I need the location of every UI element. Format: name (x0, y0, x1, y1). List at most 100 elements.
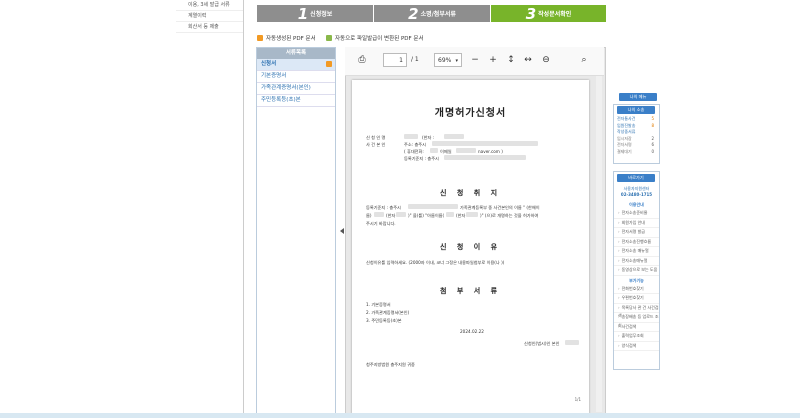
step-1-number: 1 (297, 4, 309, 23)
pdf-badge-icon[interactable] (326, 61, 332, 67)
purpose-line-2: 름) (366, 213, 372, 218)
step-2-number: 2 (408, 4, 419, 23)
guide-title: 이용안내 (629, 202, 644, 207)
redacted-hanja (444, 134, 464, 139)
document-date: 2024.02.22 (460, 329, 484, 334)
doclist-item-label: 가족관계증명서(본인) (261, 85, 311, 91)
footer-bar (0, 413, 800, 418)
zoom-value: 69% (438, 57, 452, 64)
redacted-registration (444, 155, 526, 160)
purpose-line-2b: (한자 (386, 213, 396, 218)
redacted-purpose (408, 204, 458, 209)
collapse-arrow-icon[interactable] (340, 228, 344, 234)
status-row-label: 결제대기 (617, 148, 632, 154)
status-row-label: 임원진발송 (617, 122, 636, 128)
pdf-icon (326, 35, 332, 41)
zoom-out-icon[interactable]: − (470, 55, 480, 65)
applicant-label: 신 청 인 명 (366, 135, 386, 140)
extra-link[interactable]: 우편번호찾기 (614, 294, 659, 304)
my-status-title: 나의 소송 (617, 106, 655, 114)
step-2-label: 소명/첨부서류 (420, 11, 456, 18)
extra-link[interactable]: 사건검색 (614, 323, 659, 332)
purpose-line-2c: )" 을(를) "아름이름( (408, 213, 445, 218)
print-icon[interactable]: ⎙ (357, 55, 367, 65)
doclist-item-label: 주민등록등(초)본 (261, 97, 301, 103)
chevron-down-icon: ▾ (455, 58, 458, 64)
guide-link[interactable]: 동영상으로 보는 도움 (614, 266, 659, 276)
uploaded-pdf-link[interactable]: 자동으로 파일발급이 변환된 PDF 문서 (326, 34, 424, 42)
signer-line: 신청인(법시)인 본인 (524, 341, 560, 346)
page-number: 1/1 (574, 397, 581, 402)
subject-label: 사 건 본 인 (366, 142, 386, 147)
redacted-name (404, 134, 418, 139)
court-line: 청주지방법원 충주지원 귀중 (366, 362, 415, 367)
email-domain: naver.com ) (478, 149, 503, 154)
redacted-signature (565, 340, 579, 345)
guide-link[interactable]: 전자소송 매뉴얼 (614, 247, 659, 257)
document-title: 개명허가신청서 (434, 108, 507, 119)
status-row-label: 전자통사건 (617, 116, 636, 121)
doclist-item-label: 신청서 (261, 61, 277, 67)
purpose-line-2e: )" (으)로 개명하는 것을 허가하여 (480, 213, 539, 218)
auto-pdf-label: 자동생성된 PDF 문서 (266, 36, 316, 42)
doclist-item-family-cert[interactable]: 가족관계증명서(본인) (257, 83, 335, 95)
fit-width-icon[interactable]: ↔ (523, 55, 533, 65)
step-3-number: 3 (525, 4, 537, 23)
purpose-line-3: 주시기 바랍니다. (366, 221, 396, 226)
redacted-phone (430, 148, 438, 153)
more-options-icon[interactable]: ⊖ (541, 55, 551, 65)
guide-link[interactable]: 전자소송진행흐름 (614, 238, 659, 247)
extra-link[interactable]: 출력업무조회 (614, 332, 659, 342)
doclist-item-basic-cert[interactable]: 기본증명서 (257, 71, 335, 83)
quick-links-button[interactable]: 바로가기 (617, 174, 655, 182)
step-2: 2 소명/첨부서류 (374, 4, 490, 23)
my-menu-button[interactable]: 나의 메뉴 (619, 93, 657, 101)
phone-field: ( 휴대전화: (404, 149, 424, 154)
page-number-input[interactable]: 1 (383, 53, 407, 67)
zoom-in-icon[interactable]: + (488, 55, 498, 65)
doclist-item-label: 기본증명서 (261, 73, 287, 79)
attachment-item: 3. 주민등록등(초)본 (366, 318, 402, 323)
step-3-label: 작성문서확인 (538, 11, 572, 18)
redacted-new-hanja (466, 212, 478, 217)
document-page: 개명허가신청서 신 청 인 명 사 건 본 인 (한자 : 주소: 충주시 ( … (352, 80, 589, 414)
top-menu-item[interactable]: 회산서 등 제출 (176, 22, 244, 33)
pdf-icon (257, 35, 263, 41)
document-list-header: 서류목록 (257, 48, 335, 59)
purpose-line-1b: 가족관계등록부 중 사건본인의 이름 " (한해이 (460, 205, 540, 210)
redacted-email (456, 148, 476, 153)
guide-link[interactable]: 전자서명 발급 (614, 228, 659, 238)
redacted-new-name (446, 212, 454, 217)
extra-link[interactable]: 양식검색 (614, 342, 659, 351)
redacted-old-hanja (396, 212, 406, 217)
my-status-box: 나의 소송 전자통사건 5 임원진발송 8 작성중서류 임시저장 2 전자서명 6 결제… (613, 104, 660, 164)
auto-pdf-link[interactable]: 자동생성된 PDF 문서 (257, 34, 316, 42)
guide-link[interactable]: 전자소송매뉴얼 (614, 257, 659, 266)
status-row-label: 임시저장 (617, 135, 632, 141)
extra-link[interactable]: 목록당사 관 건 사건검색 (614, 304, 659, 318)
status-row-label: 작성중서류 (617, 129, 636, 134)
guide-link[interactable]: 회원가입 안내 (614, 219, 659, 228)
status-row[interactable]: 결제대기 0 (614, 149, 659, 156)
document-list-panel: 서류목록 신청서 기본증명서 가족관계증명서(본인) 주민등록등(초)본 (256, 47, 336, 414)
section-attachments-heading: 첨 부 서 류 (439, 287, 502, 295)
top-menu-item[interactable]: 이용, 3세 발급 서류 (176, 0, 244, 11)
fit-height-icon[interactable]: ↕ (506, 55, 516, 65)
extra-link[interactable]: 송장배송 등 업로드 조회 (614, 313, 659, 328)
quick-links-box: 바로가기 사용자지원센터 02-3480-1715 이용안내 전자소송준비물 회… (613, 171, 660, 370)
top-menu-item[interactable]: 계열이력 (176, 11, 244, 22)
step-1: 1 신청정보 (257, 4, 373, 23)
zoom-select[interactable]: 69% ▾ (434, 53, 462, 67)
guide-link[interactable]: 전자소송준비물 (614, 209, 659, 219)
doclist-item-resident-cert[interactable]: 주민등록등(초)본 (257, 95, 335, 107)
viewer-scrollbar[interactable] (596, 76, 602, 412)
extra-link[interactable]: 전화번호찾기 (614, 285, 659, 294)
search-icon[interactable]: ⌕ (579, 55, 589, 65)
status-row-label: 전자서명 (617, 142, 632, 147)
uploaded-pdf-label: 자동으로 파일발급이 변환된 PDF 문서 (335, 36, 424, 42)
support-phone: 02-3480-1715 (620, 192, 653, 197)
status-row-value: 0 (651, 148, 654, 154)
doclist-item-application[interactable]: 신청서 (257, 59, 335, 71)
step-3: 3 작성문서확인 (491, 4, 606, 23)
redacted-address (432, 141, 538, 146)
